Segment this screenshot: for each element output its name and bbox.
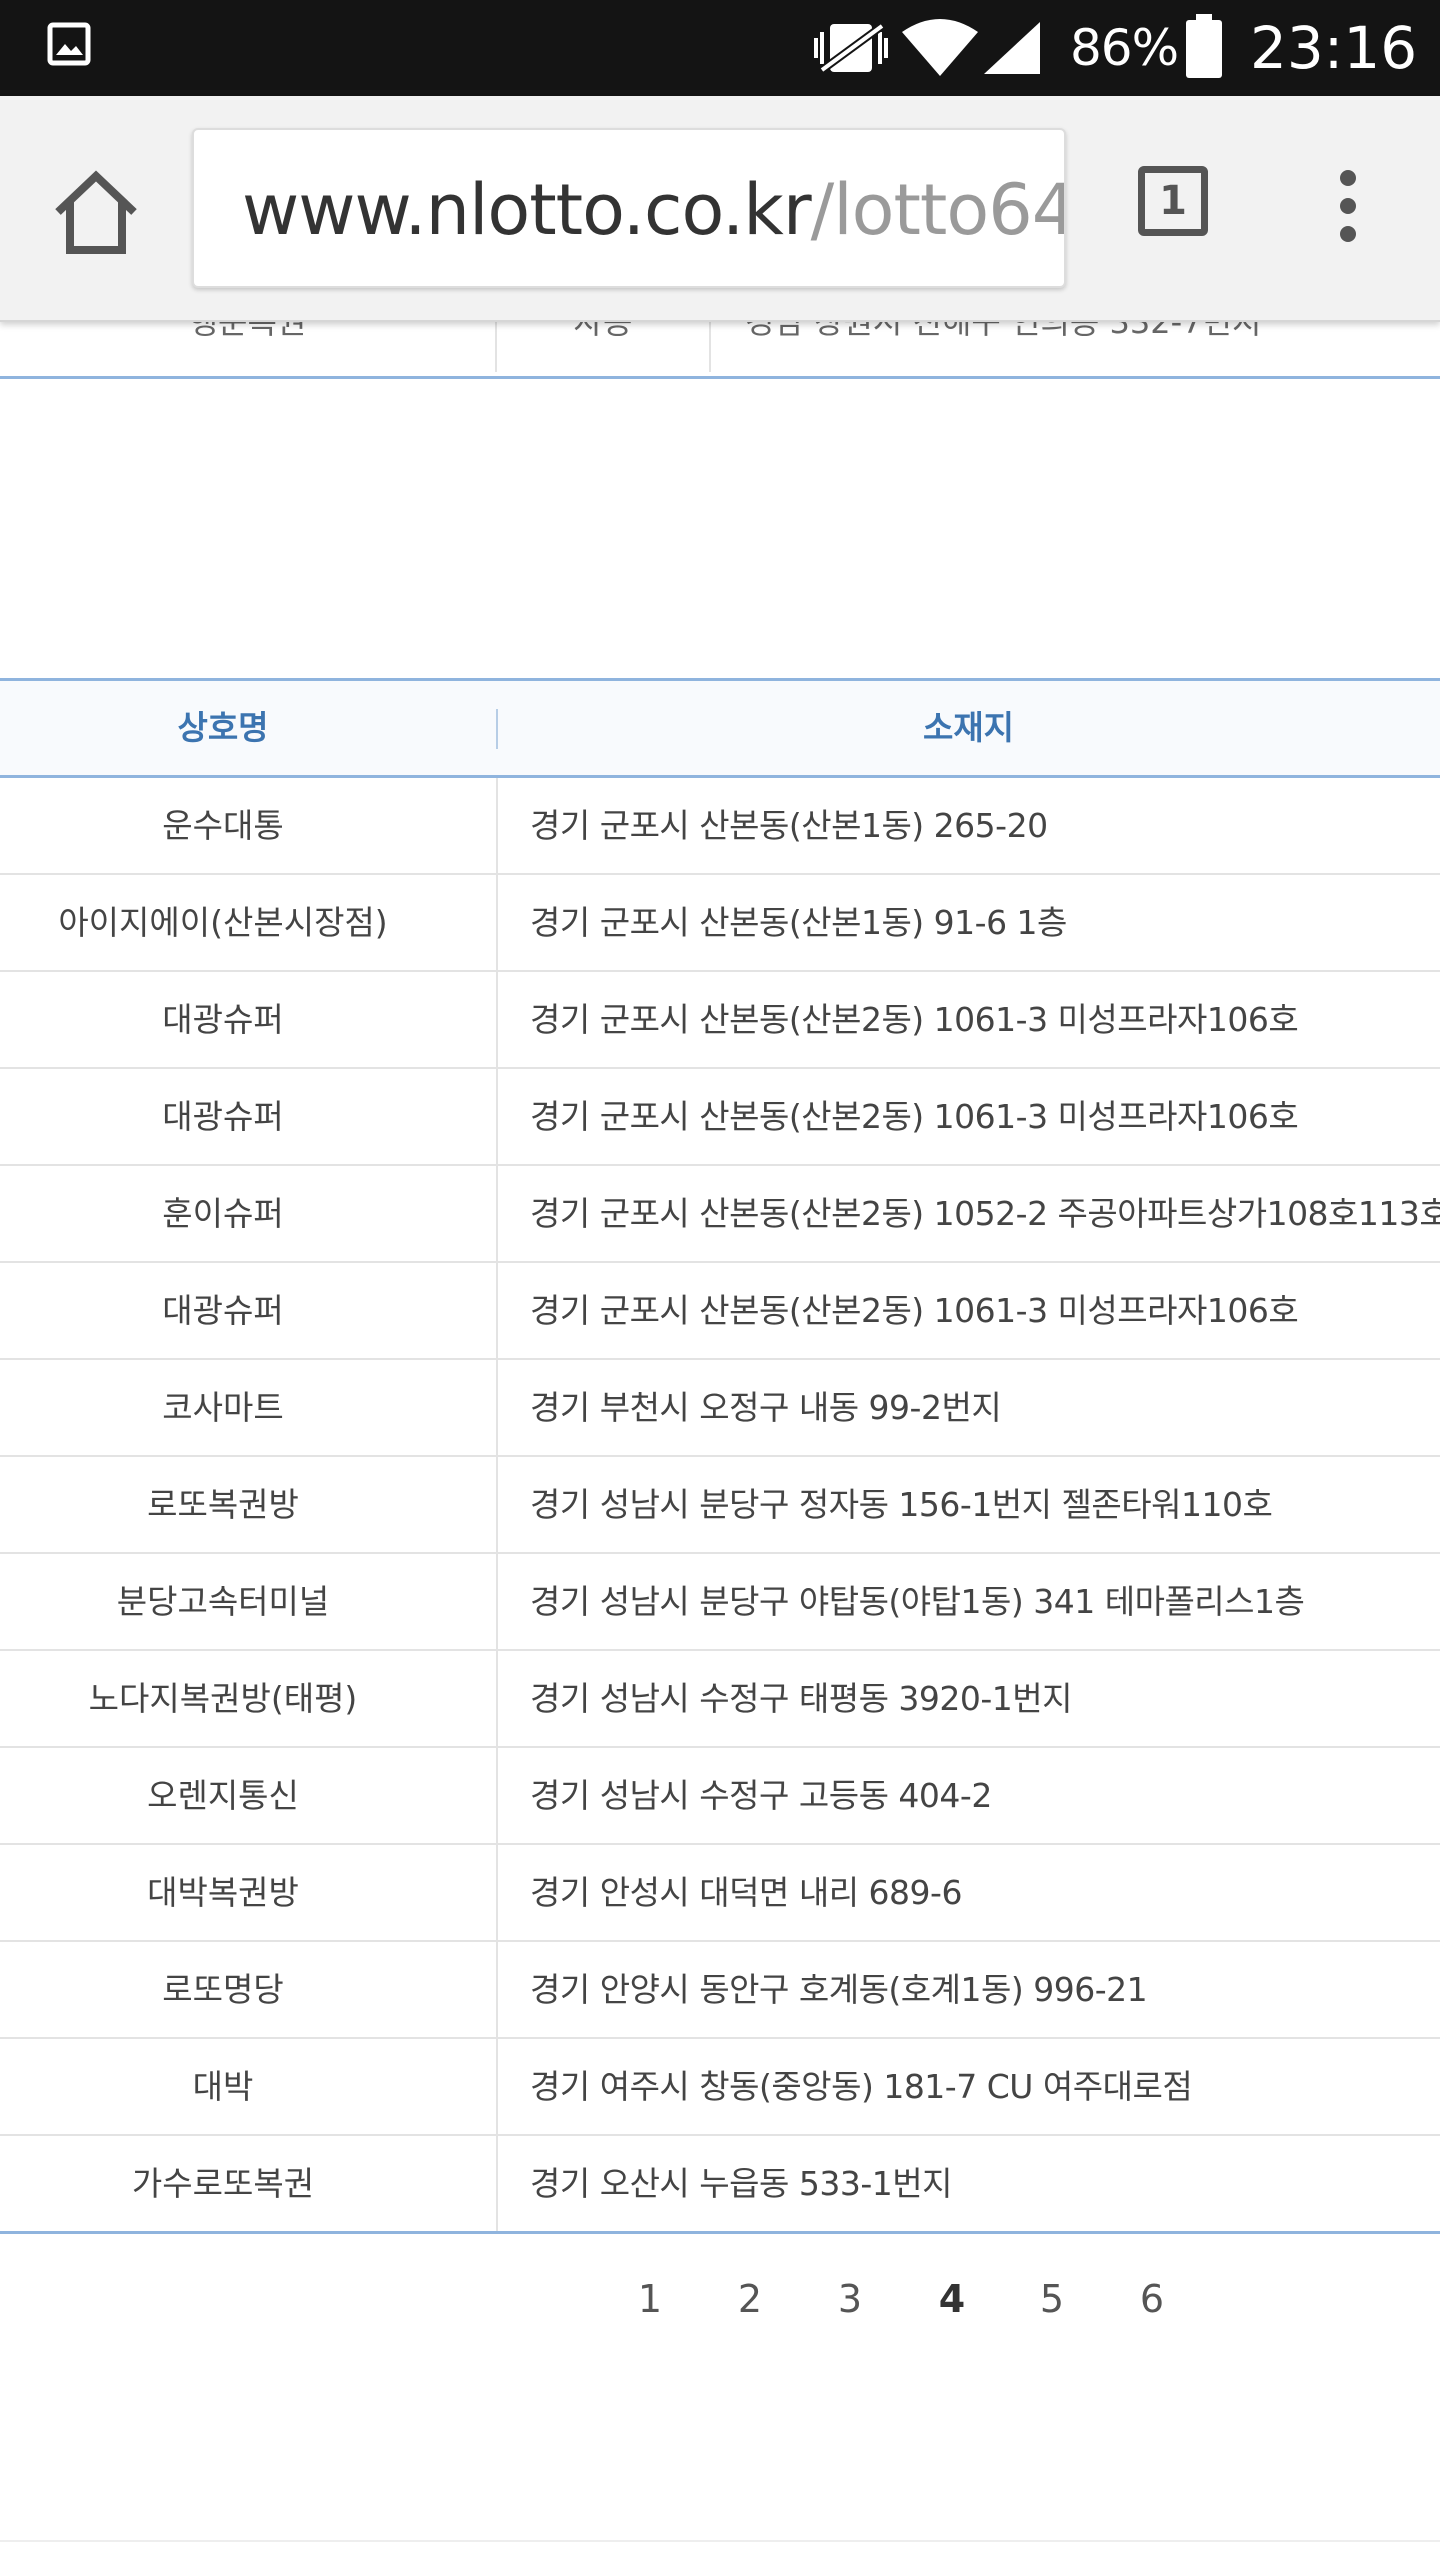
- store-name: 오렌지통신: [147, 1776, 299, 1815]
- table-row: 코사마트 경기 부천시 오정구 내동 99-2번지: [0, 1360, 1440, 1457]
- url-text: www.nlotto.co.kr/lotto64: [242, 169, 1066, 251]
- column-divider: [496, 1748, 498, 1843]
- table-row: 운수대통 경기 군포시 산본동(산본1동) 265-20: [0, 778, 1440, 875]
- store-name: 코사마트: [162, 1388, 284, 1427]
- store-address: 경기 군포시 산본동(산본2동) 1061-3 미성프라자106호: [530, 1000, 1299, 1039]
- footer-divider: [0, 2540, 1440, 2542]
- url-host: www.nlotto.co.kr: [242, 169, 812, 251]
- table-row: 오렌지통신 경기 성남시 수정구 고등동 404-2: [0, 1748, 1440, 1845]
- table-body: 운수대통 경기 군포시 산본동(산본1동) 265-20 아이지에이(산본시장점)…: [0, 778, 1440, 2234]
- url-bar[interactable]: www.nlotto.co.kr/lotto64: [192, 128, 1066, 288]
- url-path: /lotto64: [810, 169, 1066, 251]
- store-address: 경기 오산시 누읍동 533-1번지: [530, 2164, 952, 2203]
- table-row: 로또명당 경기 안양시 동안구 호계동(호계1동) 996-21: [0, 1942, 1440, 2039]
- store-name: 대박복권방: [147, 1873, 299, 1912]
- store-address: 경기 안성시 대덕면 내리 689-6: [530, 1873, 962, 1912]
- column-divider: [496, 1457, 498, 1552]
- wifi-icon: [902, 19, 978, 76]
- table-row: 노다지복권방(태평) 경기 성남시 수정구 태평동 3920-1번지: [0, 1651, 1440, 1748]
- pagination: 1 2 3 4 5 6: [0, 2264, 1440, 2334]
- clock: 23:16: [1250, 14, 1418, 82]
- header-address: 소재지: [922, 708, 1015, 747]
- table-header: 상호명 소재지: [0, 681, 1440, 778]
- store-name: 대박: [192, 2067, 254, 2106]
- store-name: 가수로또복권: [131, 2164, 315, 2203]
- column-divider: [496, 875, 498, 970]
- battery-icon: [1186, 14, 1222, 78]
- store-name: 운수대통: [162, 806, 284, 845]
- table-row: 분당고속터미널 경기 성남시 분당구 야탑동(야탑1동) 341 테마폴리스1층: [0, 1554, 1440, 1651]
- table-row: 대광슈퍼 경기 군포시 산본동(산본2동) 1061-3 미성프라자106호: [0, 1263, 1440, 1360]
- table-row: 훈이슈퍼 경기 군포시 산본동(산본2동) 1052-2 주공아파트상가108호1…: [0, 1166, 1440, 1263]
- store-name: 로또명당: [162, 1970, 284, 2009]
- battery-percent: 86%: [1070, 19, 1179, 77]
- column-divider: [496, 1360, 498, 1455]
- page-link-4-current[interactable]: 4: [922, 2264, 982, 2334]
- tab-switcher-button[interactable]: 1: [1138, 166, 1208, 236]
- column-divider: [496, 1069, 498, 1164]
- table-row: 대광슈퍼 경기 군포시 산본동(산본2동) 1061-3 미성프라자106호: [0, 972, 1440, 1069]
- store-address: 경기 성남시 수정구 고등동 404-2: [530, 1776, 992, 1815]
- store-name: 대광슈퍼: [162, 1291, 284, 1330]
- store-name: 훈이슈퍼: [162, 1194, 284, 1233]
- store-name: 분당고속터미널: [116, 1582, 330, 1621]
- table-row: 로또복권방 경기 성남시 분당구 정자동 156-1번지 젤존타워110호: [0, 1457, 1440, 1554]
- column-divider: [496, 1845, 498, 1940]
- page-link-3[interactable]: 3: [820, 2264, 880, 2334]
- gallery-icon: [47, 22, 91, 66]
- more-vert-icon[interactable]: [1320, 166, 1376, 246]
- store-name: 아이지에이(산본시장점): [58, 903, 388, 942]
- column-divider: [496, 2136, 498, 2231]
- table-row: 대광슈퍼 경기 군포시 산본동(산본2동) 1061-3 미성프라자106호: [0, 1069, 1440, 1166]
- column-divider: [496, 1651, 498, 1746]
- store-address: 경기 안양시 동안구 호계동(호계1동) 996-21: [530, 1970, 1148, 2009]
- store-address: 경기 군포시 산본동(산본1동) 91-6 1층: [530, 903, 1067, 942]
- store-name: 노다지복권방(태평): [88, 1679, 358, 1718]
- column-divider: [496, 972, 498, 1067]
- home-icon[interactable]: [48, 166, 144, 262]
- store-name: 로또복권방: [147, 1485, 299, 1524]
- table-row: 가수로또복권 경기 오산시 누읍동 533-1번지: [0, 2136, 1440, 2234]
- column-divider: [496, 1166, 498, 1261]
- column-divider: [496, 1263, 498, 1358]
- mute-vibrate-icon: [814, 22, 888, 74]
- store-address: 경기 성남시 분당구 정자동 156-1번지 젤존타워110호: [530, 1485, 1273, 1524]
- store-address: 경기 성남시 수정구 태평동 3920-1번지: [530, 1679, 1073, 1718]
- page-link-2[interactable]: 2: [720, 2264, 780, 2334]
- column-divider: [496, 2039, 498, 2134]
- store-name: 대광슈퍼: [162, 1000, 284, 1039]
- signal-icon: [984, 22, 1040, 74]
- store-address: 경기 군포시 산본동(산본2동) 1061-3 미성프라자106호: [530, 1097, 1299, 1136]
- store-table: 상호명 소재지 운수대통 경기 군포시 산본동(산본1동) 265-20 아이지에…: [0, 678, 1440, 2234]
- browser-toolbar: www.nlotto.co.kr/lotto64 1: [0, 96, 1440, 322]
- table-row: 대박복권방 경기 안성시 대덕면 내리 689-6: [0, 1845, 1440, 1942]
- header-store-name: 상호명: [177, 708, 269, 747]
- status-bar: 86% 23:16: [0, 0, 1440, 96]
- page-link-5[interactable]: 5: [1022, 2264, 1082, 2334]
- table-row: 대박 경기 여주시 창동(중앙동) 181-7 CU 여주대로점: [0, 2039, 1440, 2136]
- column-divider: [496, 1942, 498, 2037]
- store-address: 경기 군포시 산본동(산본2동) 1052-2 주공아파트상가108호113호: [530, 1194, 1440, 1233]
- store-address: 경기 군포시 산본동(산본2동) 1061-3 미성프라자106호: [530, 1291, 1299, 1330]
- table-row: 아이지에이(산본시장점) 경기 군포시 산본동(산본1동) 91-6 1층: [0, 875, 1440, 972]
- store-address: 경기 부천시 오정구 내동 99-2번지: [530, 1388, 1002, 1427]
- store-address: 경기 여주시 창동(중앙동) 181-7 CU 여주대로점: [530, 2067, 1193, 2106]
- column-divider: [496, 1554, 498, 1649]
- page-link-1[interactable]: 1: [620, 2264, 680, 2334]
- column-divider: [496, 778, 498, 873]
- store-address: 경기 성남시 분당구 야탑동(야탑1동) 341 테마폴리스1층: [530, 1582, 1305, 1621]
- store-name: 대광슈퍼: [162, 1097, 284, 1136]
- store-address: 경기 군포시 산본동(산본1동) 265-20: [530, 806, 1048, 845]
- page-link-6[interactable]: 6: [1122, 2264, 1182, 2334]
